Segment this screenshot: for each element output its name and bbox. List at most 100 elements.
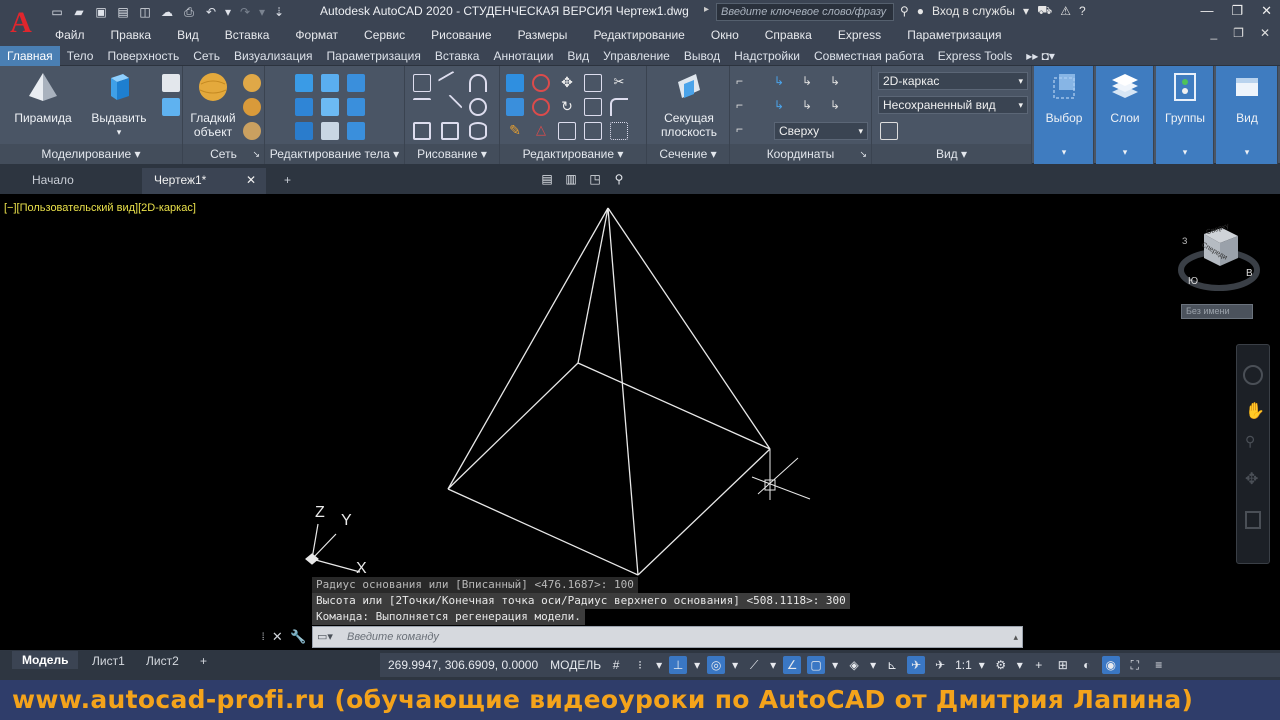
annotation-scale-value[interactable]: 1:1 — [955, 658, 972, 672]
offset-icon[interactable] — [584, 122, 602, 140]
annotation-monitor-icon[interactable]: + — [1030, 656, 1048, 674]
shell-icon[interactable] — [347, 122, 365, 140]
save-as-icon[interactable]: ▤ — [114, 3, 132, 21]
layout-tab-sheet2[interactable]: Лист2 — [146, 654, 179, 668]
ucs-y-icon[interactable]: ↳ — [774, 98, 792, 116]
polyline-icon[interactable] — [413, 74, 431, 92]
panel-section-footer[interactable]: Сечение ▾ — [647, 144, 729, 164]
arc-icon[interactable] — [469, 74, 487, 92]
doc-restore-icon[interactable]: ❐ — [1233, 26, 1244, 40]
panel-draw-footer[interactable]: Рисование ▾ — [405, 144, 499, 164]
search-expand-icon[interactable]: ▸ — [704, 4, 709, 15]
ucs-3point-icon[interactable]: ↳ — [830, 98, 848, 116]
rect-array-icon[interactable] — [610, 122, 628, 140]
snap-mode-icon[interactable]: ⁝ — [631, 656, 649, 674]
presspull-icon[interactable] — [162, 98, 180, 116]
auto-scale-icon[interactable]: ✈ — [931, 656, 949, 674]
viewport-config-icon[interactable] — [880, 122, 898, 140]
workspace-dropdown-icon[interactable]: ▾ — [1016, 656, 1024, 674]
isodraft-icon[interactable]: ⟋ — [745, 656, 763, 674]
intersect-icon[interactable] — [295, 122, 313, 140]
hardware-accel-icon[interactable]: ◐ — [1078, 656, 1096, 674]
add-layout-button[interactable]: + — [200, 654, 207, 668]
undo-icon[interactable]: ↶ — [202, 3, 220, 21]
layout-icon[interactable]: ▤ — [538, 170, 556, 188]
isodraft-dropdown-icon[interactable]: ▾ — [769, 656, 777, 674]
ucs-x-icon[interactable]: ↳ — [802, 74, 820, 92]
zoom-preview-icon[interactable]: ⚲ — [610, 170, 628, 188]
zoom-extents-icon[interactable]: ⚲ — [1245, 433, 1255, 450]
3d-mirror-icon[interactable] — [506, 98, 524, 116]
save-icon[interactable]: ▣ — [92, 3, 110, 21]
layout-tab-model[interactable]: Модель — [12, 651, 79, 669]
menu-item-3[interactable]: Вставка — [212, 28, 283, 42]
web-icon[interactable]: ◫ — [136, 3, 154, 21]
model-space-button[interactable]: МОДЕЛЬ — [550, 658, 601, 672]
ucs-icon[interactable]: ⌐ — [736, 74, 754, 92]
redo-icon[interactable]: ↷ — [236, 3, 254, 21]
section-plane-button[interactable]: Секущая плоскость — [653, 70, 725, 139]
tab-close-icon[interactable]: ✕ — [246, 168, 256, 192]
pyramid-button[interactable]: Пирамида — [10, 70, 76, 125]
tab-start[interactable]: Начало — [20, 168, 86, 194]
polar-dropdown-icon[interactable]: ▾ — [731, 656, 739, 674]
coordinates-readout[interactable]: 269.9947, 306.6909, 0.0000 — [388, 658, 538, 672]
panel-selection[interactable]: Выбор ▾ — [1034, 66, 1094, 164]
stretch-icon[interactable] — [584, 98, 602, 116]
slice-icon[interactable] — [321, 74, 339, 92]
pan-icon[interactable]: ✋ — [1245, 401, 1265, 421]
rotate-icon[interactable]: ↻ — [558, 98, 576, 116]
connect-icon[interactable]: ⚠ — [1060, 4, 1071, 18]
grid-icon[interactable]: # — [607, 656, 625, 674]
menu-item-10[interactable]: Справка — [752, 28, 825, 42]
array-icon[interactable] — [558, 122, 576, 140]
workspace-gear-icon[interactable]: ⚙ — [992, 656, 1010, 674]
xline-icon[interactable] — [437, 94, 463, 120]
3d-osnap-icon[interactable]: ◈ — [845, 656, 863, 674]
user-icon[interactable]: ● — [917, 4, 924, 18]
compass-south-label[interactable]: Ю — [1188, 276, 1198, 287]
ribbon-tab-5[interactable]: Параметризация — [320, 46, 428, 66]
copy-icon[interactable] — [584, 74, 602, 92]
panel-modify-footer[interactable]: Редактирование ▾ — [500, 144, 646, 164]
mirror-icon[interactable] — [506, 74, 524, 92]
print-icon[interactable]: ⎙ — [180, 3, 198, 21]
view-tools-button[interactable]: Вид ▾ — [1216, 70, 1278, 159]
binoculars-icon[interactable]: ⚲ — [900, 4, 909, 18]
smooth-object-button[interactable]: Гладкий объект — [187, 70, 239, 139]
panel-solid-edit-footer[interactable]: Редактирование тела ▾ — [265, 144, 404, 164]
cart-icon[interactable]: ⛟ — [1037, 3, 1052, 19]
object-snap-icon[interactable]: ▢ — [807, 656, 826, 674]
visual-style-dropdown[interactable]: 2D-каркас ▾ — [878, 72, 1028, 90]
ribbon-tab-11[interactable]: Надстройки — [727, 46, 807, 66]
view-tools-dropdown-icon[interactable]: ▾ — [1216, 145, 1278, 159]
tab-drawing1[interactable]: Чертеж1* ✕ — [142, 168, 266, 194]
menu-item-6[interactable]: Рисование — [418, 28, 504, 42]
fillet-icon[interactable] — [610, 98, 628, 116]
annotation-visibility-icon[interactable]: ✈ — [907, 656, 926, 674]
ribbon-tab-7[interactable]: Аннотации — [486, 46, 560, 66]
object-snap-tracking-icon[interactable]: ∠ — [783, 656, 802, 674]
erase-icon[interactable]: ✎ — [506, 122, 524, 140]
box-solid-icon[interactable] — [162, 74, 180, 92]
thicken-icon[interactable] — [321, 122, 339, 140]
ucs-z-icon[interactable]: ↳ — [802, 98, 820, 116]
showmotion-icon[interactable] — [1245, 511, 1261, 529]
mesh-refine-icon[interactable] — [243, 98, 261, 116]
ortho-icon[interactable]: ⊥ — [669, 656, 688, 674]
panel-view-tools[interactable]: Вид ▾ — [1216, 66, 1278, 164]
separate-icon[interactable] — [347, 98, 365, 116]
layouts-list-icon[interactable]: ▥ — [562, 170, 580, 188]
viewcube[interactable]: Сверху Спереди З Ю В — [1178, 223, 1260, 294]
menu-item-2[interactable]: Вид — [164, 28, 212, 42]
scale-dropdown-icon[interactable]: ▾ — [978, 656, 986, 674]
menu-item-0[interactable]: Файл — [42, 28, 98, 42]
scale-icon[interactable]: △ — [532, 122, 550, 140]
help-icon[interactable]: ? — [1079, 4, 1086, 18]
redo-dropdown-icon[interactable]: ▾ — [258, 3, 266, 21]
menu-item-4[interactable]: Формат — [282, 28, 351, 42]
open-folder-icon[interactable]: ▰ — [70, 3, 88, 21]
clean-screen-icon[interactable]: ◉ — [1101, 656, 1120, 674]
isolate-objects-icon[interactable]: ⊞ — [1054, 656, 1072, 674]
compass-east-label[interactable]: В — [1246, 268, 1253, 279]
